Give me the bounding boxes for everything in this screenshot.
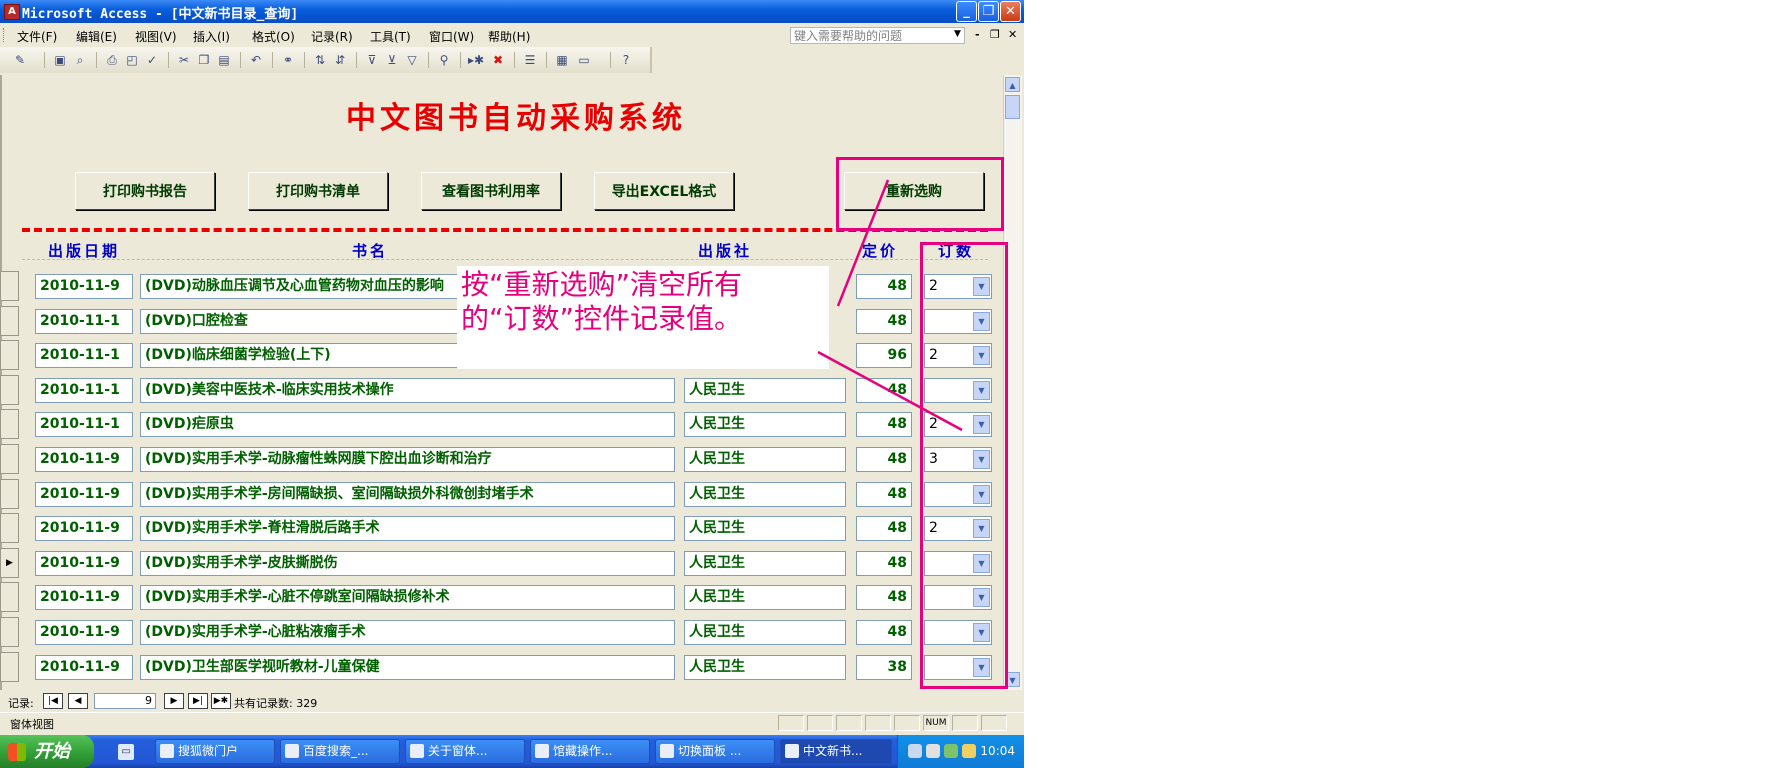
status-cell	[836, 715, 862, 731]
access-window: A Microsoft Access - [中文新书目录_查询] _ ❐ ✕ 文…	[0, 0, 1024, 768]
arrow-to-order-column	[817, 350, 963, 432]
new-record-nav-icon[interactable]: ▶✱	[211, 693, 231, 709]
status-cell	[981, 715, 1007, 731]
volume-icon[interactable]	[926, 744, 940, 758]
next-record-icon[interactable]: ▶	[164, 693, 184, 709]
previous-record-icon[interactable]: ◀	[68, 693, 88, 709]
network-icon[interactable]	[908, 744, 922, 758]
windows-taskbar: 开始 ▭ 搜狐微门户 百度搜索_... 关于窗体... 馆藏操作... 切换面板…	[0, 735, 1024, 768]
task-sohu[interactable]: 搜狐微门户	[155, 739, 275, 764]
task-label: 切换面板 ...	[678, 744, 742, 758]
windows-flag-icon	[8, 743, 26, 761]
task-collection-ops[interactable]: 馆藏操作...	[530, 739, 650, 764]
form-window-icon	[785, 744, 799, 758]
record-navigation-bar: 记录: |◀ ◀ 9 ▶ ▶| ▶✱ 共有记录数: 329	[0, 690, 1024, 712]
task-switchboard[interactable]: 切换面板 ...	[655, 739, 775, 764]
browser-icon	[285, 744, 299, 758]
input-method-icon[interactable]	[962, 744, 976, 758]
task-label: 馆藏操作...	[553, 744, 613, 758]
annotation-arrows	[817, 179, 963, 432]
status-bar: 窗体视图 NUM	[0, 712, 1024, 733]
form-window-icon	[535, 744, 549, 758]
browser-icon	[410, 744, 424, 758]
browser-icon	[160, 744, 174, 758]
start-label: 开始	[34, 741, 70, 762]
task-label: 搜狐微门户	[178, 744, 239, 758]
num-lock-indicator: NUM	[923, 715, 949, 731]
task-label: 中文新书...	[803, 744, 863, 758]
current-record-field[interactable]: 9	[94, 693, 156, 709]
status-cell	[778, 715, 804, 731]
record-label: 记录:	[8, 697, 34, 710]
status-cell	[952, 715, 978, 731]
status-text: 窗体视图	[10, 718, 54, 731]
last-record-icon[interactable]: ▶|	[188, 693, 208, 709]
task-baidu[interactable]: 百度搜索_...	[280, 739, 400, 764]
security-icon[interactable]	[944, 744, 958, 758]
form-window-icon	[660, 744, 674, 758]
task-label: 关于窗体...	[428, 744, 488, 758]
arrow-to-reselect	[836, 179, 890, 307]
status-cell	[807, 715, 833, 731]
first-record-icon[interactable]: |◀	[43, 693, 63, 709]
total-records: 共有记录数: 329	[234, 697, 318, 710]
task-new-books-active[interactable]: 中文新书...	[780, 739, 892, 764]
task-about-forms[interactable]: 关于窗体...	[405, 739, 525, 764]
start-button[interactable]: 开始	[0, 735, 94, 768]
status-cell	[894, 715, 920, 731]
clock: 10:04	[980, 744, 1015, 758]
show-desktop-icon[interactable]: ▭	[118, 744, 134, 760]
status-cell	[865, 715, 891, 731]
system-tray: 10:04	[897, 735, 1024, 768]
task-label: 百度搜索_...	[303, 744, 369, 758]
